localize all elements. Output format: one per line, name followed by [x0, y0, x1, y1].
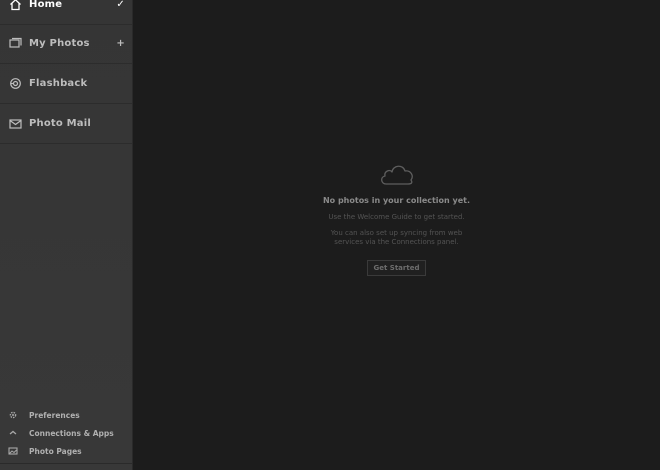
empty-state-sync-hint: You can also set up syncing from web ser… — [330, 229, 463, 246]
get-started-button[interactable]: Get Started — [366, 260, 427, 276]
photo-pages-label: Photo Pages — [29, 446, 82, 456]
sidebar-item-label: Photo Mail — [29, 118, 92, 129]
sidebar-bottom-links: Preferences Connections & Apps Photo Pag… — [0, 406, 132, 460]
flashback-icon — [9, 77, 22, 90]
sidebar-divider — [0, 463, 132, 464]
sidebar-item-label: Flashback — [29, 78, 88, 89]
sidebar-item-label: My Photos — [29, 38, 90, 49]
empty-state-title: No photos in your collection yet. — [322, 196, 471, 205]
sidebar-item-flashback[interactable]: Flashback — [0, 64, 132, 104]
mail-icon — [9, 117, 22, 130]
preferences-link[interactable]: Preferences — [0, 406, 132, 424]
main-content: No photos in your collection yet. Use th… — [133, 0, 660, 470]
sidebar-item-label: Home — [29, 0, 63, 10]
sidebar-item-my-photos[interactable]: My Photos + — [0, 24, 132, 64]
connections-apps-label: Connections & Apps — [29, 428, 114, 438]
sidebar-item-home[interactable]: Home ✓ — [0, 0, 132, 25]
photo-pages-link[interactable]: Photo Pages — [0, 442, 132, 460]
preferences-label: Preferences — [29, 410, 80, 420]
home-icon — [9, 0, 22, 11]
checkmark-icon: ✓ — [116, 0, 125, 10]
add-icon[interactable]: + — [116, 38, 125, 49]
connections-icon — [8, 428, 18, 438]
gear-icon — [8, 410, 18, 420]
cloud-icon — [380, 165, 413, 185]
connections-apps-link[interactable]: Connections & Apps — [0, 424, 132, 442]
photos-icon — [9, 37, 22, 50]
photo-pages-icon — [8, 446, 18, 456]
sidebar-item-photo-mail[interactable]: Photo Mail — [0, 104, 132, 144]
empty-state-hint: Use the Welcome Guide to get started. — [328, 213, 465, 221]
app-window: Home ✓ My Photos + Flashback Photo Mail … — [0, 0, 660, 470]
empty-state: No photos in your collection yet. Use th… — [133, 160, 660, 276]
sidebar: Home ✓ My Photos + Flashback Photo Mail … — [0, 0, 133, 470]
